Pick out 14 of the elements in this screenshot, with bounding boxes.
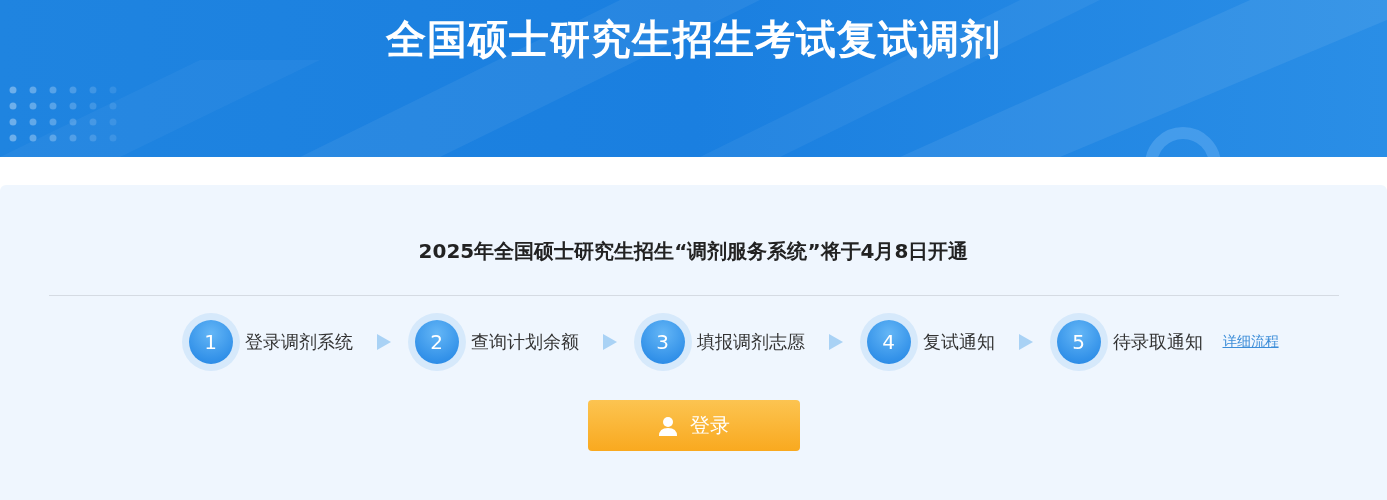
arrow-icon bbox=[828, 334, 843, 350]
step-label: 填报调剂志愿 bbox=[696, 330, 805, 354]
login-button[interactable]: 登录 bbox=[587, 400, 800, 451]
page-title: 全国硕士研究生招生考试复试调剂 bbox=[386, 15, 1001, 64]
arrow-icon bbox=[602, 334, 617, 350]
step-label: 复试通知 bbox=[922, 330, 995, 354]
arrow-icon bbox=[376, 334, 391, 350]
step-label: 登录调剂系统 bbox=[244, 330, 353, 354]
details-link[interactable]: 详细流程 bbox=[1222, 333, 1279, 351]
arrow-icon bbox=[1018, 334, 1033, 350]
user-icon bbox=[657, 415, 678, 436]
notice-text: 2025年全国硕士研究生招生“调剂服务系统”将于4月8日开通 bbox=[418, 238, 969, 265]
step-label: 待录取通知 bbox=[1112, 330, 1203, 354]
step-label: 查询计划余额 bbox=[470, 330, 579, 354]
